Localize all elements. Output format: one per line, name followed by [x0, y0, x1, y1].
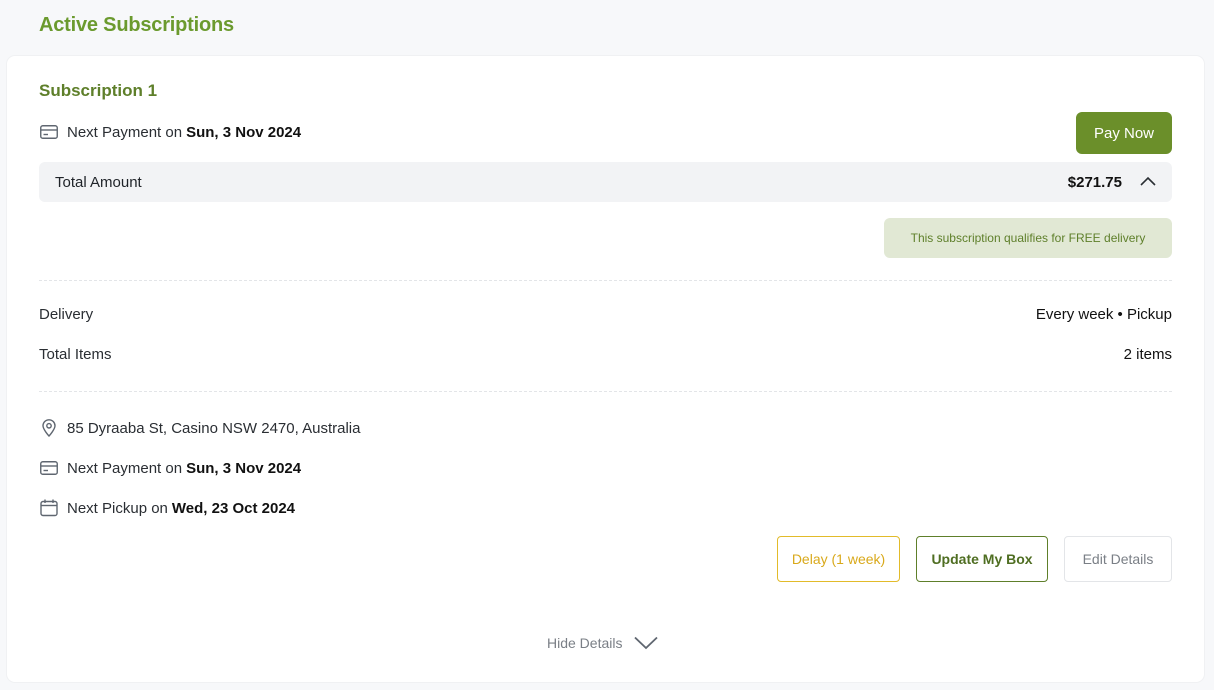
next-payment-label: Next Payment on [67, 459, 183, 477]
total-amount-label: Total Amount [55, 173, 142, 191]
credit-card-icon [39, 122, 59, 142]
delivery-row: Delivery Every week • Pickup [39, 306, 1172, 323]
divider [39, 391, 1172, 392]
divider [39, 280, 1172, 281]
delivery-value: Every week • Pickup [1035, 306, 1172, 323]
total-items-row: Total Items 2 items [39, 346, 1172, 363]
hide-details-toggle[interactable]: Hide Details [547, 635, 659, 651]
next-payment-row: Next Payment on Sun, 3 Nov 2024 [39, 122, 301, 142]
address-row: 85 Dyraaba St, Casino NSW 2470, Australi… [39, 418, 360, 438]
next-payment-label: Next Payment on [67, 123, 183, 141]
subscription-title: Subscription 1 [39, 81, 158, 100]
total-items-label: Total Items [39, 346, 112, 363]
delivery-label: Delivery [39, 306, 94, 323]
total-amount-bar[interactable]: Total Amount $271.75 [39, 162, 1172, 202]
next-pickup-label: Next Pickup on [67, 499, 168, 517]
chevron-up-icon[interactable] [1140, 173, 1156, 191]
pay-now-button[interactable]: Pay Now [1076, 112, 1172, 154]
page-title: Active Subscriptions [39, 14, 234, 36]
next-pickup-date: Wed, 23 Oct 2024 [171, 499, 296, 517]
hide-details-label: Hide Details [547, 635, 623, 651]
next-pickup-row: Next Pickup on Wed, 23 Oct 2024 [39, 498, 295, 518]
address-text: 85 Dyraaba St, Casino NSW 2470, Australi… [67, 419, 361, 437]
edit-details-button[interactable]: Edit Details [1064, 536, 1172, 582]
next-payment-row-detail: Next Payment on Sun, 3 Nov 2024 [39, 458, 301, 478]
total-items-value: 2 items [1123, 346, 1172, 363]
location-pin-icon [39, 418, 59, 438]
chevron-down-icon [634, 636, 659, 650]
next-payment-date: Sun, 3 Nov 2024 [186, 459, 302, 477]
free-delivery-badge: This subscription qualifies for FREE del… [884, 218, 1172, 258]
next-payment-date: Sun, 3 Nov 2024 [186, 123, 302, 141]
subscription-card: Subscription 1 Next Payment on Sun, 3 No… [7, 56, 1204, 682]
delay-button[interactable]: Delay (1 week) [777, 536, 900, 582]
credit-card-icon [39, 458, 59, 478]
update-box-button[interactable]: Update My Box [916, 536, 1048, 582]
calendar-icon [39, 498, 59, 518]
total-amount-value: $271.75 [1067, 173, 1122, 191]
